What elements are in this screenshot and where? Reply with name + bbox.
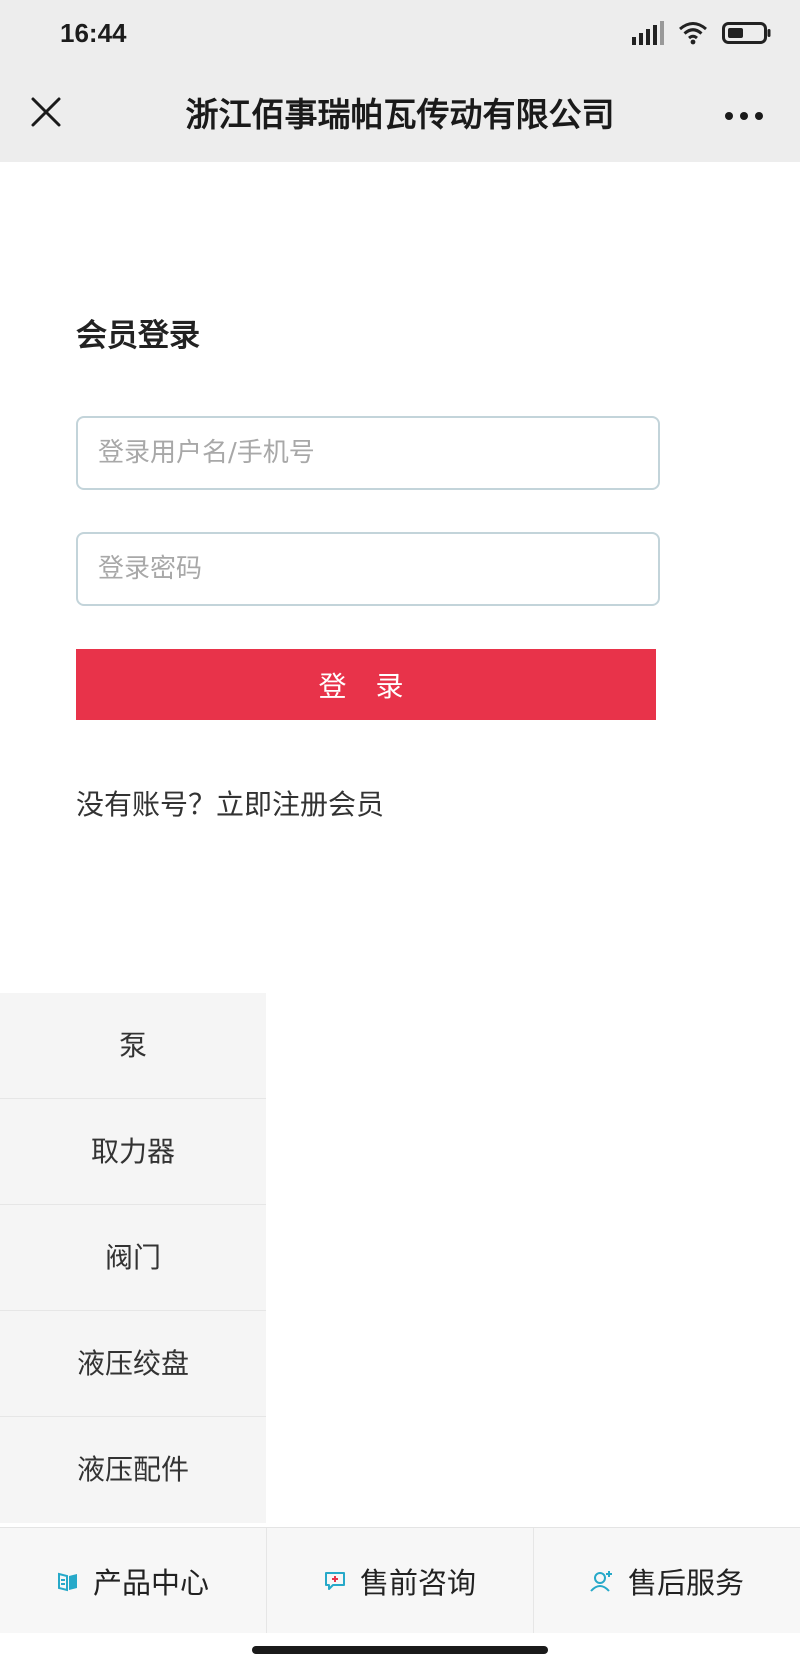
category-item-valve[interactable]: 阀门 — [0, 1205, 266, 1311]
close-button[interactable] — [22, 90, 70, 138]
product-center-icon — [57, 1570, 79, 1592]
login-heading: 会员登录 — [76, 318, 200, 354]
status-icons — [632, 20, 772, 50]
battery-icon — [722, 21, 772, 49]
home-indicator — [252, 1646, 548, 1654]
category-item-hydraulic-parts[interactable]: 液压配件 — [0, 1417, 266, 1523]
category-item-hydraulic-winch[interactable]: 液压绞盘 — [0, 1311, 266, 1417]
category-item-pump[interactable]: 泵 — [0, 993, 266, 1099]
chat-icon — [324, 1570, 346, 1592]
category-item-pto[interactable]: 取力器 — [0, 1099, 266, 1205]
page-title: 浙江佰事瑞帕瓦传动有限公司 — [185, 95, 615, 134]
tab-product-center[interactable]: 产品中心 — [0, 1528, 267, 1633]
tab-label: 售前咨询 — [359, 1565, 476, 1600]
status-bar: 16:44 — [0, 0, 800, 68]
tab-after-sales[interactable]: 售后服务 — [534, 1528, 800, 1633]
more-button[interactable] — [720, 98, 768, 132]
signal-icon — [632, 21, 664, 49]
support-icon — [590, 1570, 614, 1592]
tab-label: 产品中心 — [92, 1565, 209, 1600]
status-time: 16:44 — [60, 18, 127, 48]
more-icon — [724, 106, 764, 125]
close-icon — [30, 96, 62, 132]
bottom-tab-bar: 产品中心 售前咨询 售后服务 — [0, 1527, 800, 1633]
login-button[interactable]: 登 录 — [76, 649, 656, 720]
wifi-icon — [678, 21, 708, 49]
tab-pre-sales[interactable]: 售前咨询 — [267, 1528, 534, 1633]
nav-bar: 浙江佰事瑞帕瓦传动有限公司 — [0, 68, 800, 162]
register-link[interactable]: 没有账号？立即注册会员 — [76, 783, 384, 823]
password-input[interactable] — [76, 532, 660, 606]
tab-label: 售后服务 — [627, 1565, 744, 1600]
username-input[interactable] — [76, 416, 660, 490]
category-menu: 泵 取力器 阀门 液压绞盘 液压配件 — [0, 993, 266, 1523]
